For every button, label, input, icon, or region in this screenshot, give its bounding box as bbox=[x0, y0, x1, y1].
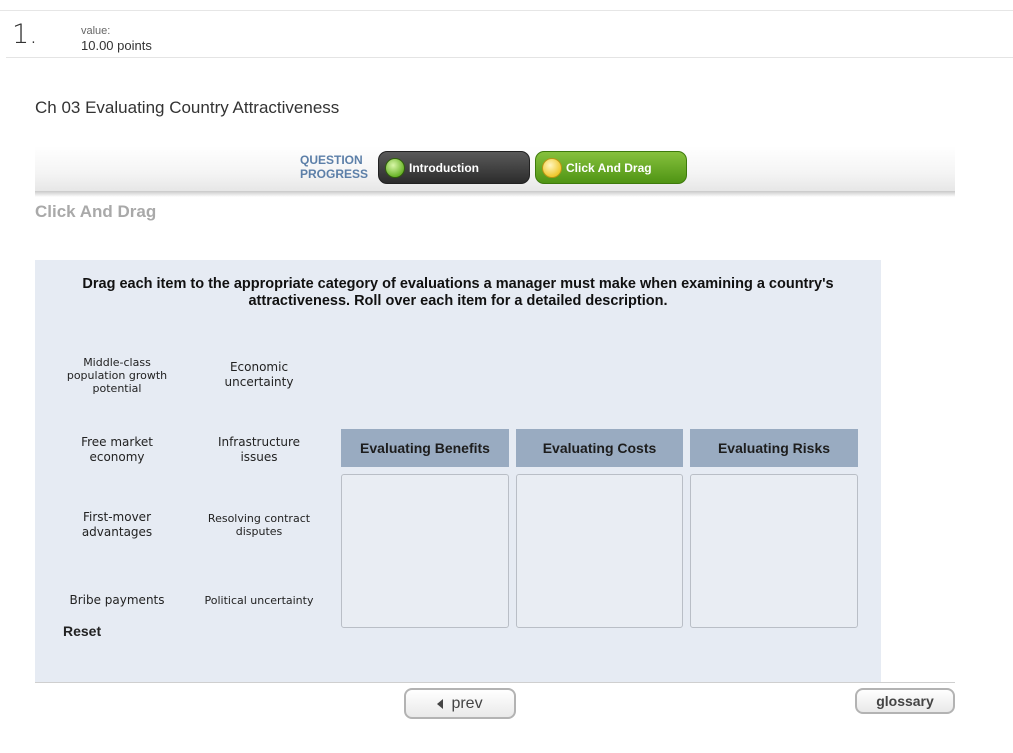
progress-bar-shadow bbox=[35, 191, 955, 197]
prev-button-label: prev bbox=[451, 694, 483, 712]
instructions: Drag each item to the appropriate catego… bbox=[82, 276, 834, 309]
progress-step-introduction[interactable]: Introduction bbox=[378, 151, 530, 184]
question-title: Ch 03 Evaluating Country Attractiveness bbox=[35, 98, 340, 117]
question-progress-label-line1: QUESTION bbox=[300, 153, 363, 167]
category-header-benefits: Evaluating Benefits bbox=[341, 429, 509, 467]
reset-button[interactable]: Reset bbox=[63, 623, 101, 639]
draggable-item[interactable]: Political uncertainty bbox=[199, 594, 319, 607]
progress-step-click-and-drag[interactable]: Click And Drag bbox=[535, 151, 687, 184]
top-divider bbox=[0, 10, 1013, 11]
draggable-item[interactable]: Bribe payments bbox=[57, 593, 177, 608]
category-header-risks: Evaluating Risks bbox=[690, 429, 858, 467]
draggable-item[interactable]: Infrastructure issues bbox=[199, 435, 319, 465]
question-progress-label: QUESTION PROGRESS bbox=[300, 153, 368, 181]
category-header-costs: Evaluating Costs bbox=[516, 429, 683, 467]
section-title: Click And Drag bbox=[35, 202, 157, 221]
drop-zone-risks[interactable] bbox=[690, 474, 858, 628]
value-label: value: bbox=[81, 25, 111, 37]
prev-button[interactable]: prev bbox=[404, 688, 516, 719]
draggable-item[interactable]: Resolving contract disputes bbox=[199, 512, 319, 538]
progress-step-label: Introduction bbox=[409, 160, 479, 175]
green-dot-icon bbox=[385, 157, 405, 178]
draggable-item[interactable]: Free market economy bbox=[57, 435, 177, 465]
yellow-dot-icon bbox=[542, 157, 562, 178]
glossary-button[interactable]: glossary bbox=[855, 688, 955, 714]
drop-zone-benefits[interactable] bbox=[341, 474, 509, 628]
question-progress-label-line2: PROGRESS bbox=[300, 167, 369, 181]
progress-step-label: Click And Drag bbox=[566, 160, 652, 175]
value-points: 10.00 points bbox=[81, 38, 152, 53]
bottom-divider bbox=[35, 682, 955, 683]
draggable-item[interactable]: Economic uncertainty bbox=[199, 360, 319, 390]
header-divider bbox=[6, 57, 1013, 58]
question-number: 1. bbox=[12, 19, 38, 50]
drop-zone-costs[interactable] bbox=[516, 474, 683, 628]
left-arrow-icon bbox=[437, 698, 444, 709]
draggable-item[interactable]: Middle-class population growth potential bbox=[57, 356, 177, 395]
draggable-item[interactable]: First-mover advantages bbox=[57, 510, 177, 540]
